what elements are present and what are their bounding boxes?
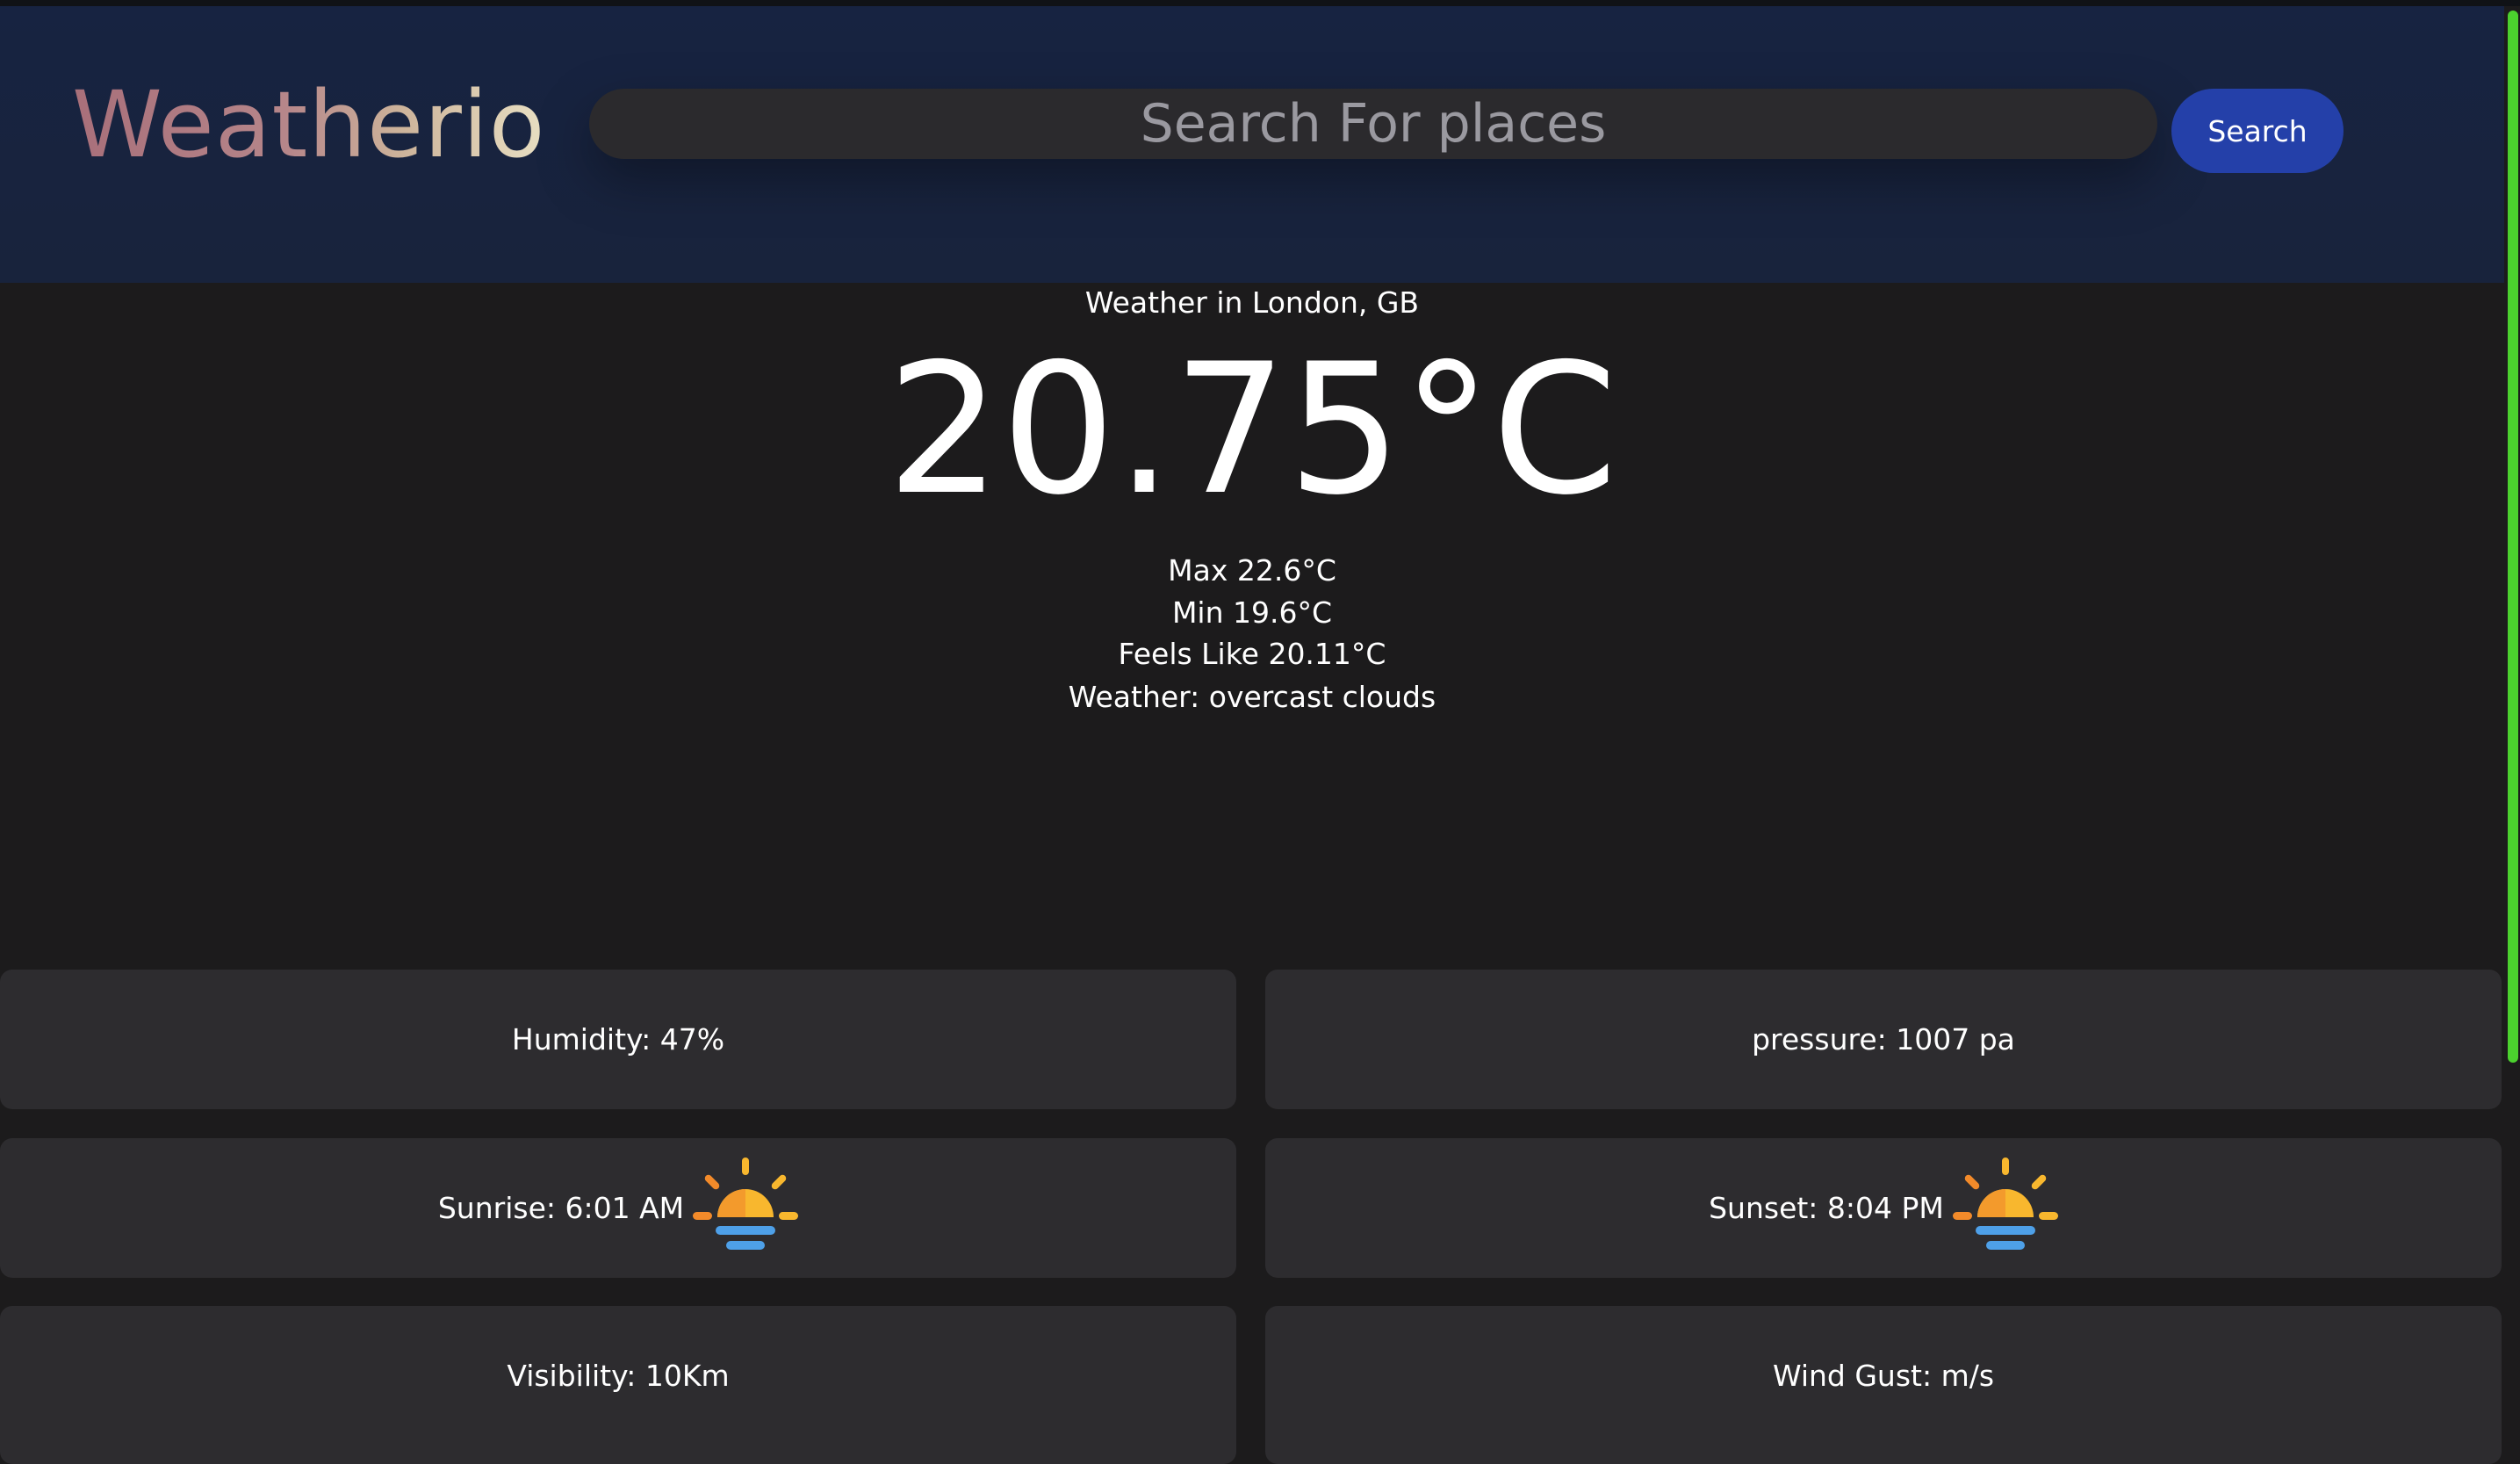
max-temp: Max 22.6°C [1168,553,1336,588]
app-header: Weatherio Search [0,6,2504,283]
sunset-card: Sunset: 8:04 PM [1265,1138,2502,1278]
wind-gust-label: Wind Gust: m/s [1772,1359,1995,1393]
sunrise-card: Sunrise: 6:01 AM [0,1138,1236,1278]
app-logo: Weatherio [72,71,546,178]
visibility-card: Visibility: 10Km [0,1306,1236,1464]
location-label: Weather in London, GB [1084,285,1420,320]
window-top-border [0,0,2520,6]
pressure-label: pressure: 1007 pa [1752,1022,2015,1057]
sunset-icon [1952,1157,2058,1250]
visibility-label: Visibility: 10Km [507,1359,730,1393]
search-input[interactable] [589,89,2157,159]
pressure-card: pressure: 1007 pa [1265,970,2502,1109]
temperature-display: 20.75°C [886,326,1618,535]
wind-gust-card: Wind Gust: m/s [1265,1306,2502,1464]
sunrise-icon [693,1157,799,1250]
feels-like: Feels Like 20.11°C [1118,637,1386,671]
search-button[interactable]: Search [2171,89,2344,173]
humidity-label: Humidity: 47% [511,1022,725,1057]
weather-description: Weather: overcast clouds [1068,680,1436,714]
min-temp: Min 19.6°C [1171,595,1333,630]
humidity-card: Humidity: 47% [0,970,1236,1109]
scrollbar-thumb[interactable] [2508,11,2518,1063]
sunset-label: Sunset: 8:04 PM [1709,1191,1944,1225]
sunrise-label: Sunrise: 6:01 AM [437,1191,685,1225]
